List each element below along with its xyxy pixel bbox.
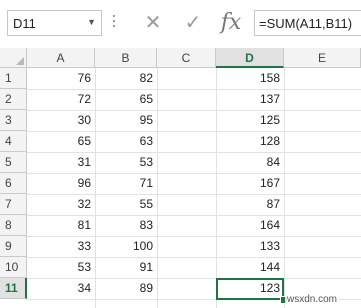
cell-a11[interactable]: 34 [27, 278, 95, 299]
cell-b11[interactable]: 89 [95, 278, 157, 299]
cell-d8[interactable]: 164 [216, 215, 284, 236]
insert-function-button[interactable]: fx [216, 9, 246, 37]
column-header-c[interactable]: C [157, 48, 216, 68]
cell-a10[interactable]: 53 [27, 257, 95, 278]
formula-input[interactable]: =SUM(A11,B11) [254, 10, 361, 36]
cell-b4[interactable]: 63 [95, 131, 157, 152]
cell-d10[interactable]: 144 [216, 257, 284, 278]
select-all-button[interactable] [0, 48, 27, 68]
cell-d3[interactable]: 125 [216, 110, 284, 131]
cell-a9[interactable]: 33 [27, 236, 95, 257]
cell-b2[interactable]: 65 [95, 89, 157, 110]
cell-a4[interactable]: 65 [27, 131, 95, 152]
cell-d4[interactable]: 128 [216, 131, 284, 152]
cell-a5[interactable]: 31 [27, 152, 95, 173]
row-header-2[interactable]: 2 [0, 89, 27, 110]
cell-b1[interactable]: 82 [95, 68, 157, 89]
cell-b7[interactable]: 55 [95, 194, 157, 215]
cell-a8[interactable]: 81 [27, 215, 95, 236]
gridline [157, 68, 158, 308]
cell-d2[interactable]: 137 [216, 89, 284, 110]
cell-b6[interactable]: 71 [95, 173, 157, 194]
cell-a1[interactable]: 76 [27, 68, 95, 89]
check-icon[interactable]: ✓ [178, 9, 208, 37]
cell-a2[interactable]: 72 [27, 89, 95, 110]
row-header-4[interactable]: 4 [0, 131, 27, 152]
cell-b3[interactable]: 95 [95, 110, 157, 131]
row-header-11[interactable]: 11 [0, 278, 27, 299]
watermark: wsxdn.com [285, 294, 340, 305]
cell-b9[interactable]: 100 [95, 236, 157, 257]
row-header-5[interactable]: 5 [0, 152, 27, 173]
column-header-b[interactable]: B [95, 48, 157, 68]
cell-b5[interactable]: 53 [95, 152, 157, 173]
name-box-value: D11 [13, 16, 36, 31]
active-cell-border [216, 278, 284, 300]
cell-d6[interactable]: 167 [216, 173, 284, 194]
formula-bar: D11 ▼ ✕ ✓ fx =SUM(A11,B11) [0, 0, 361, 49]
cell-d1[interactable]: 158 [216, 68, 284, 89]
cell-d9[interactable]: 133 [216, 236, 284, 257]
row-header-6[interactable]: 6 [0, 173, 27, 194]
fx-icon: fx [220, 10, 242, 35]
row-header-1[interactable]: 1 [0, 68, 27, 89]
spreadsheet-grid: A B C D E 1 76 82 158 2 72 65 137 3 30 9… [0, 48, 361, 308]
cell-a7[interactable]: 32 [27, 194, 95, 215]
cell-a6[interactable]: 96 [27, 173, 95, 194]
name-box[interactable]: D11 ▼ [7, 10, 102, 36]
grip-handle-icon[interactable] [113, 15, 116, 31]
row-header-8[interactable]: 8 [0, 215, 27, 236]
row-header-7[interactable]: 7 [0, 194, 27, 215]
row-header-10[interactable]: 10 [0, 257, 27, 278]
cell-b8[interactable]: 83 [95, 215, 157, 236]
row-header-9[interactable]: 9 [0, 236, 27, 257]
close-icon[interactable]: ✕ [138, 9, 168, 37]
column-header-e[interactable]: E [284, 48, 361, 68]
cell-a3[interactable]: 30 [27, 110, 95, 131]
column-header-d[interactable]: D [216, 48, 284, 68]
row-header-3[interactable]: 3 [0, 110, 27, 131]
chevron-down-icon[interactable]: ▼ [87, 17, 96, 27]
column-header-a[interactable]: A [27, 48, 95, 68]
cell-d7[interactable]: 87 [216, 194, 284, 215]
gridline [284, 68, 285, 308]
formula-text: =SUM(A11,B11) [259, 16, 353, 31]
cell-d5[interactable]: 84 [216, 152, 284, 173]
cell-b10[interactable]: 91 [95, 257, 157, 278]
